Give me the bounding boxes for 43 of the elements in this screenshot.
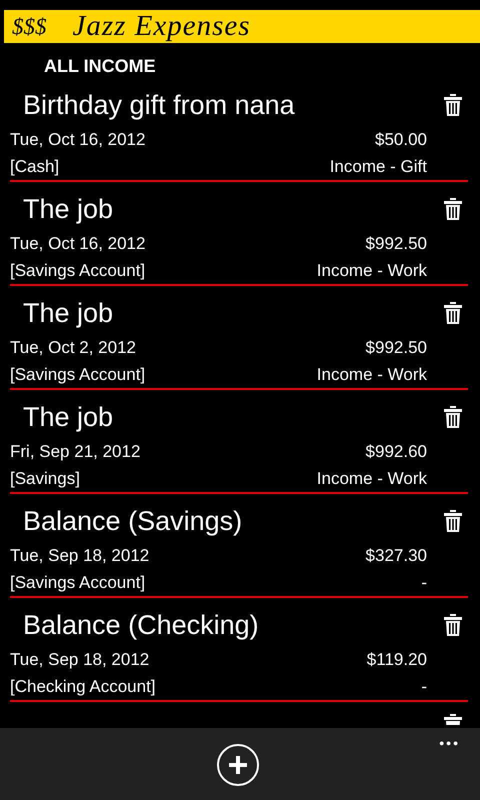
entry-account: [Checking Account] bbox=[10, 676, 156, 696]
entry-title[interactable]: Balance (Checking) bbox=[23, 604, 259, 646]
entry-amount: $327.30 bbox=[366, 546, 427, 566]
entry-category: Income - Work bbox=[316, 468, 427, 488]
add-button[interactable] bbox=[217, 744, 259, 786]
entry-amount: $992.60 bbox=[366, 442, 427, 462]
entry-date: Tue, Oct 2, 2012 bbox=[10, 338, 136, 358]
entry-title[interactable]: The job bbox=[23, 396, 114, 438]
entry-amount: $992.50 bbox=[366, 234, 427, 254]
entry-date: Tue, Sep 18, 2012 bbox=[10, 546, 150, 566]
entry-date: Fri, Sep 21, 2012 bbox=[10, 442, 140, 462]
entry-title[interactable]: The job bbox=[23, 188, 114, 230]
trash-icon[interactable] bbox=[444, 198, 462, 220]
page-title: ALL INCOME bbox=[44, 55, 156, 78]
entry-category: Income - Work bbox=[316, 364, 427, 384]
trash-icon[interactable] bbox=[444, 714, 462, 725]
entry-date: Tue, Oct 16, 2012 bbox=[10, 130, 146, 150]
entry-title[interactable]: The job bbox=[23, 292, 114, 334]
entry-date: Tue, Sep 18, 2012 bbox=[10, 650, 150, 670]
entry-account: [Savings Account] bbox=[10, 572, 146, 592]
more-button[interactable]: ••• bbox=[439, 733, 460, 753]
trash-icon[interactable] bbox=[444, 302, 462, 324]
entry-account: [Savings] bbox=[10, 468, 80, 488]
trash-icon[interactable] bbox=[444, 614, 462, 636]
entry-amount: $992.50 bbox=[366, 338, 427, 358]
entry-title[interactable]: Birthday gift from nana bbox=[23, 84, 295, 126]
plus-icon bbox=[229, 756, 247, 774]
app-logo-text: $$$ bbox=[12, 14, 46, 40]
entry-account: [Cash] bbox=[10, 156, 60, 176]
trash-icon[interactable] bbox=[444, 510, 462, 532]
entry-amount: $119.20 bbox=[366, 650, 427, 670]
entry-date: Tue, Oct 16, 2012 bbox=[10, 234, 146, 254]
entry-category: Income - Gift bbox=[330, 156, 427, 176]
app-title: Jazz Expenses bbox=[72, 10, 251, 43]
entry-category: - bbox=[421, 572, 427, 592]
trash-icon[interactable] bbox=[444, 94, 462, 116]
trash-icon[interactable] bbox=[444, 406, 462, 428]
entry-amount: $50.00 bbox=[375, 130, 427, 150]
entry-title[interactable]: Balance (Savings) bbox=[23, 500, 242, 542]
entry-category: Income - Work bbox=[316, 260, 427, 280]
entry-category: - bbox=[421, 676, 427, 696]
entry-account: [Savings Account] bbox=[10, 260, 146, 280]
entry-account: [Savings Account] bbox=[10, 364, 146, 384]
